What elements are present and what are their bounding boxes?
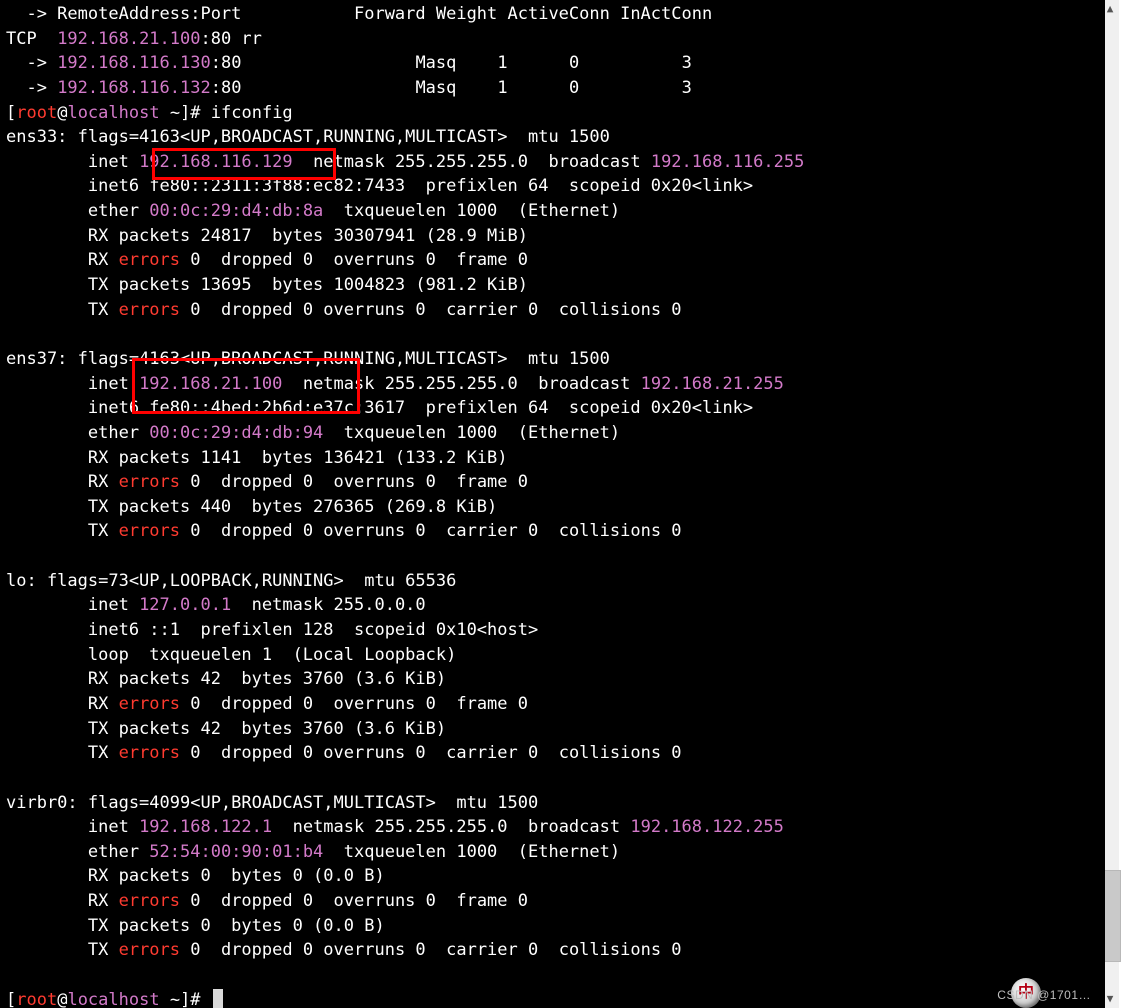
iface-inet: inet 192.168.116.129 netmask 255.255.255… <box>6 152 804 172</box>
iface-tx: TX packets 0 bytes 0 (0.0 B) <box>6 916 385 936</box>
iface-inet: inet 127.0.0.1 netmask 255.0.0.0 <box>6 595 426 615</box>
terminal-output[interactable]: -> RemoteAddress:Port Forward Weight Act… <box>0 0 1105 1008</box>
errors-label: errors <box>119 940 180 960</box>
blank-line <box>6 768 16 788</box>
watermark-text: CSDN @1701… <box>997 987 1091 1004</box>
cursor-icon <box>213 989 223 1008</box>
iface-inet6: inet6 fe80::4bed:2b6d:e37c:3617 prefixle… <box>6 398 753 418</box>
iface-rx: RX packets 0 bytes 0 (0.0 B) <box>6 866 385 886</box>
iface-inet6: inet6 fe80::2311:3f88:ec82:7433 prefixle… <box>6 176 753 196</box>
errors-label: errors <box>119 521 180 541</box>
blank-line <box>6 324 16 344</box>
iface-ether: ether 00:0c:29:d4:db:94 txqueuelen 1000 … <box>6 423 620 443</box>
rs-ip: 192.168.116.132 <box>57 78 211 98</box>
errors-label: errors <box>119 694 180 714</box>
iface-rxerr: RX errors 0 dropped 0 overruns 0 frame 0 <box>6 250 528 270</box>
iface-tx: TX packets 440 bytes 276365 (269.8 KiB) <box>6 497 497 517</box>
blank-line <box>6 546 16 566</box>
prompt-host: localhost <box>67 990 159 1008</box>
ipvs-tcp-line: TCP 192.168.21.100:80 rr <box>6 29 262 49</box>
shell-prompt: [root@localhost ~]# ifconfig <box>6 103 293 123</box>
iface-rxerr: RX errors 0 dropped 0 overruns 0 frame 0 <box>6 694 528 714</box>
ens33-bcast: 192.168.116.255 <box>651 152 805 172</box>
iface-txerr: TX errors 0 dropped 0 overruns 0 carrier… <box>6 940 682 960</box>
iface-header: ens33: flags=4163<UP,BROADCAST,RUNNING,M… <box>6 127 610 147</box>
ens33-ip: 192.168.116.129 <box>139 152 293 172</box>
ipvs-vip: 192.168.21.100 <box>57 29 200 49</box>
ipvs-header: -> RemoteAddress:Port Forward Weight Act… <box>6 4 712 24</box>
prompt-host: localhost <box>67 103 159 123</box>
iface-inet: inet 192.168.122.1 netmask 255.255.255.0… <box>6 817 784 837</box>
iface-header: virbr0: flags=4099<UP,BROADCAST,MULTICAS… <box>6 793 538 813</box>
ens37-ip: 192.168.21.100 <box>139 374 282 394</box>
window: ▲ ▼ -> RemoteAddress:Port Forward Weight… <box>0 0 1121 1008</box>
blank-line <box>6 965 16 985</box>
iface-inet6: inet6 ::1 prefixlen 128 scopeid 0x10<hos… <box>6 620 538 640</box>
errors-label: errors <box>119 250 180 270</box>
errors-label: errors <box>119 472 180 492</box>
virbr0-ip: 192.168.122.1 <box>139 817 272 837</box>
iface-txerr: TX errors 0 dropped 0 overruns 0 carrier… <box>6 300 682 320</box>
rs-ip: 192.168.116.130 <box>57 53 211 73</box>
virbr0-bcast: 192.168.122.255 <box>630 817 784 837</box>
iface-rx: RX packets 24817 bytes 30307941 (28.9 Mi… <box>6 226 528 246</box>
iface-ether: ether 52:54:00:90:01:b4 txqueuelen 1000 … <box>6 842 620 862</box>
iface-rx: RX packets 42 bytes 3760 (3.6 KiB) <box>6 669 446 689</box>
ens33-mac: 00:0c:29:d4:db:8a <box>149 201 323 221</box>
iface-ether: ether 00:0c:29:d4:db:8a txqueuelen 1000 … <box>6 201 620 221</box>
lo-ip: 127.0.0.1 <box>139 595 231 615</box>
iface-txerr: TX errors 0 dropped 0 overruns 0 carrier… <box>6 521 682 541</box>
iface-inet: inet 192.168.21.100 netmask 255.255.255.… <box>6 374 784 394</box>
iface-tx: TX packets 42 bytes 3760 (3.6 KiB) <box>6 719 446 739</box>
prompt-user: root <box>16 990 57 1008</box>
ens37-bcast: 192.168.21.255 <box>641 374 784 394</box>
ipvs-row: -> 192.168.116.132:80 Masq 1 0 3 <box>6 78 692 98</box>
errors-label: errors <box>119 300 180 320</box>
iface-header: lo: flags=73<UP,LOOPBACK,RUNNING> mtu 65… <box>6 571 456 591</box>
errors-label: errors <box>119 891 180 911</box>
prompt-user: root <box>16 103 57 123</box>
iface-txerr: TX errors 0 dropped 0 overruns 0 carrier… <box>6 743 682 763</box>
shell-prompt[interactable]: [root@localhost ~]# <box>6 990 223 1008</box>
iface-tx: TX packets 13695 bytes 1004823 (981.2 Ki… <box>6 275 528 295</box>
command: ifconfig <box>211 103 293 123</box>
virbr0-mac: 52:54:00:90:01:b4 <box>149 842 323 862</box>
ipvs-row: -> 192.168.116.130:80 Masq 1 0 3 <box>6 53 692 73</box>
iface-rxerr: RX errors 0 dropped 0 overruns 0 frame 0 <box>6 472 528 492</box>
iface-header: ens37: flags=4163<UP,BROADCAST,RUNNING,M… <box>6 349 610 369</box>
ens37-mac: 00:0c:29:d4:db:94 <box>149 423 323 443</box>
errors-label: errors <box>119 743 180 763</box>
iface-rxerr: RX errors 0 dropped 0 overruns 0 frame 0 <box>6 891 528 911</box>
iface-rx: RX packets 1141 bytes 136421 (133.2 KiB) <box>6 448 508 468</box>
iface-loop: loop txqueuelen 1 (Local Loopback) <box>6 645 456 665</box>
